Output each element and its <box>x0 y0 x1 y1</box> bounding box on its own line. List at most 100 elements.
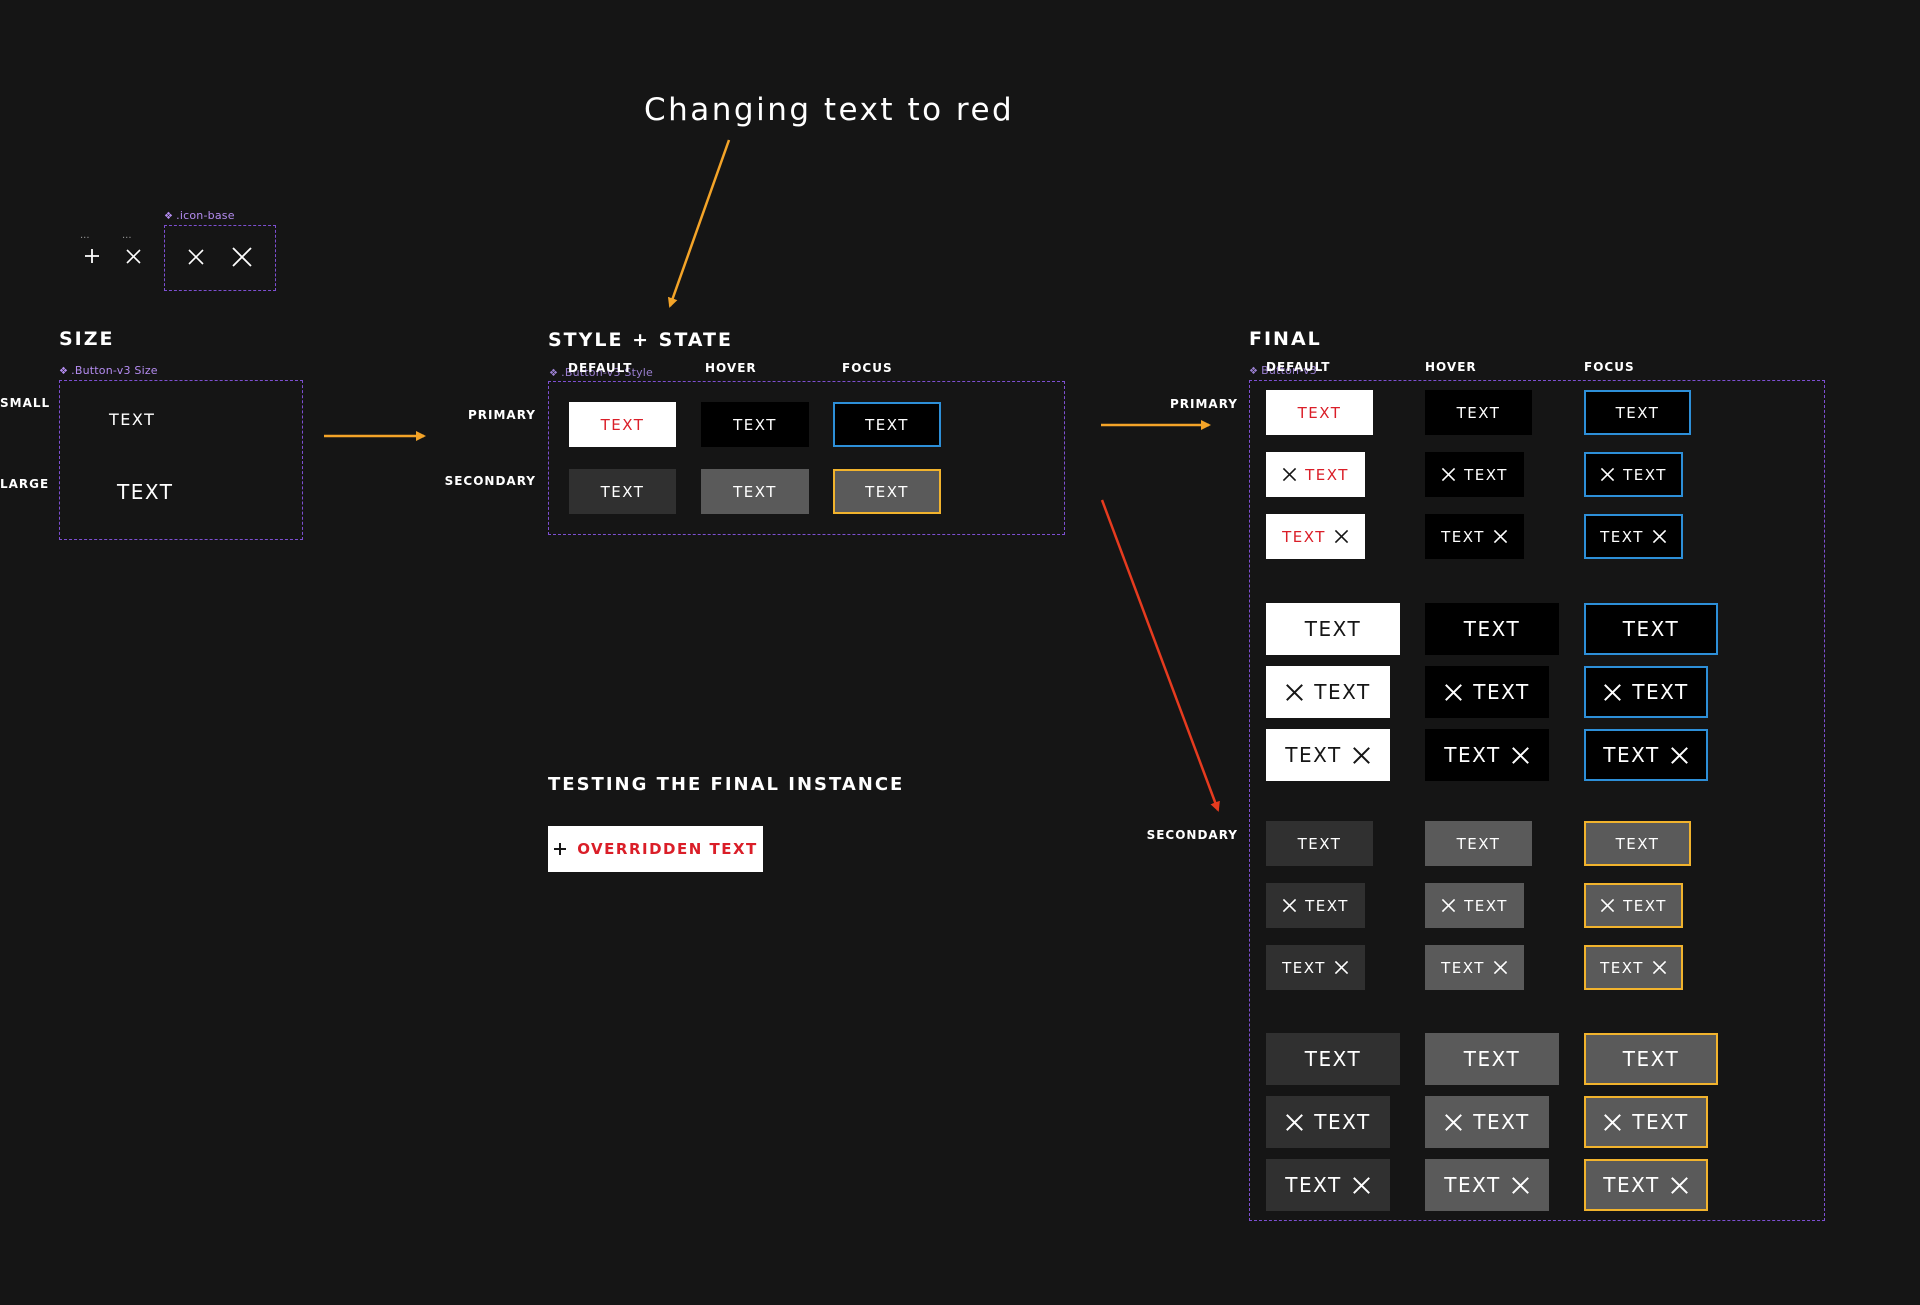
close-icon <box>1334 960 1349 975</box>
button-label: TEXT <box>1314 1110 1371 1134</box>
close-icon <box>1670 1176 1689 1195</box>
style-primary-hover-button[interactable]: TEXT <box>701 402 809 447</box>
annotation-arrow <box>667 139 731 308</box>
close-icon <box>1652 529 1667 544</box>
final-primary-focus-icon-left-button[interactable]: TEXT <box>1584 452 1683 497</box>
style-secondary-default-button[interactable]: TEXT <box>569 469 676 514</box>
ellipsis-2: ... <box>122 230 132 241</box>
close-icon <box>1334 529 1349 544</box>
close-icon <box>126 249 141 268</box>
close-icon <box>188 249 204 269</box>
button-label: TEXT <box>865 415 909 434</box>
final-secondary-hover-text-button[interactable]: TEXT <box>1425 821 1532 866</box>
final-secondary-default-icon-left-button[interactable]: TEXT <box>1266 883 1365 928</box>
icon-base-component[interactable] <box>164 225 276 291</box>
final-secondary-lg-default-icon-right-button[interactable]: TEXT <box>1266 1159 1390 1211</box>
close-icon <box>1352 1176 1371 1195</box>
final-secondary-hover-icon-left-button[interactable]: TEXT <box>1425 883 1524 928</box>
final-primary-lg-focus-text-button[interactable]: TEXT <box>1584 603 1718 655</box>
final-secondary-lg-focus-text-button[interactable]: TEXT <box>1584 1033 1718 1085</box>
final-primary-hover-icon-right-button[interactable]: TEXT <box>1425 514 1524 559</box>
final-secondary-lg-hover-text-button[interactable]: TEXT <box>1425 1033 1559 1085</box>
button-label: TEXT <box>1282 958 1326 977</box>
button-label: TEXT <box>1304 617 1362 641</box>
final-primary-lg-hover-icon-left-button[interactable]: TEXT <box>1425 666 1549 718</box>
style-secondary-focus-button[interactable]: TEXT <box>833 469 941 514</box>
final-primary-hover-icon-left-button[interactable]: TEXT <box>1425 452 1524 497</box>
final-primary-lg-default-icon-left-button[interactable]: TEXT <box>1266 666 1390 718</box>
final-primary-lg-hover-icon-right-button[interactable]: TEXT <box>1425 729 1549 781</box>
final-row-primary-label: PRIMARY <box>1169 397 1238 411</box>
button-label: TEXT <box>1623 465 1667 484</box>
button-label: TEXT <box>1285 1173 1342 1197</box>
final-secondary-lg-hover-icon-right-button[interactable]: TEXT <box>1425 1159 1549 1211</box>
plus-icon <box>84 248 100 268</box>
final-secondary-focus-icon-right-button[interactable]: TEXT <box>1584 945 1683 990</box>
button-label: TEXT <box>1463 617 1521 641</box>
button-label: TEXT <box>1623 896 1667 915</box>
button-label: TEXT <box>1285 743 1342 767</box>
final-primary-hover-text-button[interactable]: TEXT <box>1425 390 1532 435</box>
final-secondary-hover-icon-right-button[interactable]: TEXT <box>1425 945 1524 990</box>
final-secondary-focus-icon-left-button[interactable]: TEXT <box>1584 883 1683 928</box>
button-label: TEXT <box>1282 527 1326 546</box>
final-secondary-lg-focus-icon-right-button[interactable]: TEXT <box>1584 1159 1708 1211</box>
final-secondary-lg-default-icon-left-button[interactable]: TEXT <box>1266 1096 1390 1148</box>
style-row-secondary-label: SECONDARY <box>444 474 536 488</box>
ellipsis-1: ... <box>80 230 90 241</box>
button-label: TEXT <box>1600 527 1644 546</box>
final-component[interactable] <box>1249 380 1825 1221</box>
final-primary-lg-focus-icon-left-button[interactable]: TEXT <box>1584 666 1708 718</box>
final-primary-focus-text-button[interactable]: TEXT <box>1584 390 1691 435</box>
final-secondary-default-icon-right-button[interactable]: TEXT <box>1266 945 1365 990</box>
style-primary-focus-button[interactable]: TEXT <box>833 402 941 447</box>
final-primary-default-text-button[interactable]: TEXT <box>1266 390 1373 435</box>
close-icon <box>1282 898 1297 913</box>
plus-icon <box>553 842 567 856</box>
final-secondary-default-text-button[interactable]: TEXT <box>1266 821 1373 866</box>
size-component-label: .Button-v3 Size <box>59 364 158 377</box>
final-primary-lg-focus-icon-right-button[interactable]: TEXT <box>1584 729 1708 781</box>
final-primary-lg-default-text-button[interactable]: TEXT <box>1266 603 1400 655</box>
style-row-primary-label: PRIMARY <box>467 408 536 422</box>
final-secondary-lg-focus-icon-left-button[interactable]: TEXT <box>1584 1096 1708 1148</box>
button-label: TEXT <box>1622 1047 1680 1071</box>
size-component[interactable] <box>59 380 303 540</box>
style-to-final-secondary-arrow <box>1100 499 1220 812</box>
button-label: TEXT <box>1305 896 1349 915</box>
close-icon <box>1670 746 1689 765</box>
button-label: TEXT <box>1456 834 1501 853</box>
button-label: TEXT <box>1456 403 1501 422</box>
button-label: TEXT <box>1464 465 1508 484</box>
button-label: TEXT <box>1441 958 1485 977</box>
button-label: TEXT <box>1632 1110 1689 1134</box>
final-primary-default-icon-right-button[interactable]: TEXT <box>1266 514 1365 559</box>
close-icon <box>1285 683 1304 702</box>
button-label: TEXT <box>1297 403 1342 422</box>
final-primary-lg-hover-text-button[interactable]: TEXT <box>1425 603 1559 655</box>
final-col-focus: FOCUS <box>1584 360 1635 374</box>
close-icon <box>1511 1176 1530 1195</box>
style-col-hover: HOVER <box>705 361 757 375</box>
final-primary-lg-default-icon-right-button[interactable]: TEXT <box>1266 729 1390 781</box>
button-label: TEXT <box>1622 617 1680 641</box>
final-primary-default-icon-left-button[interactable]: TEXT <box>1266 452 1365 497</box>
button-label: TEXT <box>865 482 909 501</box>
final-secondary-focus-text-button[interactable]: TEXT <box>1584 821 1691 866</box>
icon-base-label: .icon-base <box>164 209 235 222</box>
style-primary-default-button[interactable]: TEXT <box>569 402 676 447</box>
style-state-title: STYLE + STATE <box>548 329 733 351</box>
final-col-hover: HOVER <box>1425 360 1477 374</box>
button-label: TEXT <box>1600 958 1644 977</box>
close-icon <box>1600 467 1615 482</box>
final-primary-focus-icon-right-button[interactable]: TEXT <box>1584 514 1683 559</box>
close-icon <box>1493 529 1508 544</box>
button-label: TEXT <box>1463 1047 1521 1071</box>
final-secondary-lg-hover-icon-left-button[interactable]: TEXT <box>1425 1096 1549 1148</box>
testing-title: TESTING THE FINAL INSTANCE <box>548 774 905 795</box>
overridden-text-button[interactable]: OVERRIDDEN TEXT <box>548 826 763 872</box>
button-label: TEXT <box>1473 680 1530 704</box>
final-secondary-lg-default-text-button[interactable]: TEXT <box>1266 1033 1400 1085</box>
close-icon <box>1493 960 1508 975</box>
style-secondary-hover-button[interactable]: TEXT <box>701 469 809 514</box>
